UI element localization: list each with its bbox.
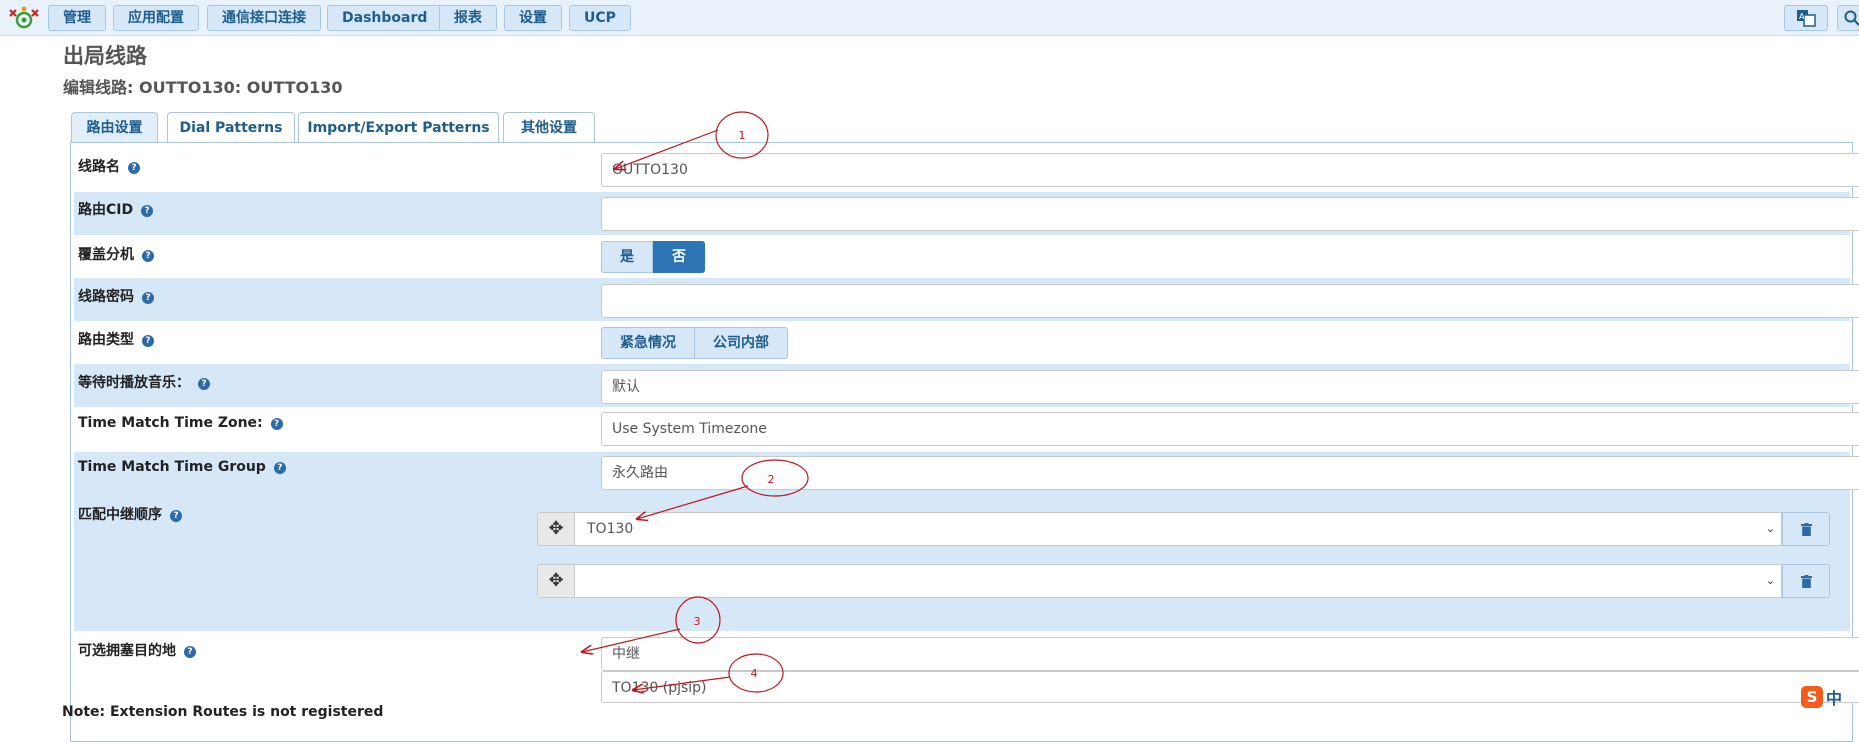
time-zone-label: Time Match Time Zone:?: [78, 415, 283, 431]
override-yes-button[interactable]: 是: [601, 241, 653, 273]
trash-icon[interactable]: [1782, 564, 1830, 598]
search-icon[interactable]: [1837, 5, 1859, 31]
page-title: 出局线路: [63, 44, 147, 68]
nav-connectivity[interactable]: 通信接口连接: [207, 5, 321, 31]
help-icon[interactable]: ?: [142, 292, 154, 304]
form-row-time-group: Time Match Time Group? 永久路由 ⌄: [74, 452, 1859, 496]
override-extension-toggle: 是 否: [601, 241, 705, 273]
music-on-hold-select[interactable]: 默认 ⌄: [601, 370, 1859, 404]
destination-type-select[interactable]: 中继 ⌄: [601, 637, 1859, 671]
help-icon[interactable]: ?: [273, 462, 286, 474]
help-icon[interactable]: ?: [142, 335, 154, 347]
route-type-label: 路由类型?: [78, 329, 154, 349]
chevron-down-icon: ⌄: [1765, 522, 1775, 535]
optional-destination-label: 可选拥塞目的地?: [78, 640, 196, 660]
help-icon[interactable]: ?: [141, 205, 154, 217]
form-row-route-password: 线路密码?: [74, 278, 1859, 321]
form-row-optional-destination: 可选拥塞目的地? 中继 ⌄ TO130 (pjsip): [74, 631, 1859, 709]
route-password-label: 线路密码?: [78, 286, 154, 306]
svg-text:A: A: [1799, 12, 1805, 21]
trunk-sequence-item: ✥ TO130 ⌄: [537, 512, 1830, 546]
svg-text:1: 1: [739, 129, 746, 142]
help-icon[interactable]: ?: [270, 418, 283, 430]
sogou-icon: S: [1801, 686, 1823, 708]
page-subtitle: 编辑线路: OUTTO130: OUTTO130: [63, 78, 343, 97]
nav-admin[interactable]: 管理: [48, 5, 106, 31]
ime-language-label: 中: [1826, 689, 1843, 708]
time-zone-select[interactable]: Use System Timezone ▼: [601, 412, 1859, 446]
language-icon[interactable]: A: [1784, 5, 1828, 31]
form-row-time-zone: Time Match Time Zone:? Use System Timezo…: [74, 407, 1859, 452]
trunk-sequence-item: ✥ ⌄: [537, 564, 1830, 598]
tab-route-settings[interactable]: 路由设置: [71, 112, 158, 143]
drag-handle-icon[interactable]: ✥: [537, 512, 575, 546]
status-note: Note: Extension Routes is not registered: [62, 704, 384, 720]
freepbx-logo-icon[interactable]: [6, 4, 42, 32]
route-type-toggle: 紧急情况 公司内部: [601, 327, 788, 359]
nav-reports[interactable]: 报表: [439, 5, 497, 31]
form-row-route-type: 路由类型? 紧急情况 公司内部: [74, 321, 1850, 364]
trunk-select[interactable]: TO130 ⌄: [575, 512, 1782, 546]
help-icon[interactable]: ?: [198, 378, 210, 390]
tab-dial-patterns[interactable]: Dial Patterns: [167, 112, 295, 143]
nav-ucp[interactable]: UCP: [569, 5, 631, 31]
route-password-input[interactable]: [601, 284, 1859, 318]
form-row-route-name: 线路名? OUTTO130: [74, 150, 1859, 192]
nav-dashboard[interactable]: Dashboard: [327, 5, 443, 31]
tab-import-export-patterns[interactable]: Import/Export Patterns: [298, 112, 499, 143]
trunk-sequence-label: 匹配中继顺序?: [78, 504, 182, 524]
time-group-select[interactable]: 永久路由 ⌄: [601, 456, 1859, 490]
help-icon[interactable]: ?: [184, 646, 196, 658]
destination-target-select[interactable]: TO130 (pjsip): [601, 671, 1859, 703]
form-row-music-on-hold: 等待时播放音乐：? 默认 ⌄: [74, 364, 1859, 407]
route-name-label: 线路名?: [78, 156, 140, 176]
time-group-label: Time Match Time Group?: [78, 459, 286, 475]
nav-settings[interactable]: 设置: [504, 5, 562, 31]
chevron-down-icon: ⌄: [1765, 574, 1775, 587]
route-type-emergency-button[interactable]: 紧急情况: [601, 327, 695, 359]
ime-indicator[interactable]: S 中: [1801, 684, 1851, 710]
trunk-select[interactable]: ⌄: [575, 564, 1782, 598]
form-row-override-extension: 覆盖分机? 是 否: [74, 235, 1850, 278]
override-no-button[interactable]: 否: [653, 241, 705, 273]
music-on-hold-label: 等待时播放音乐：?: [78, 372, 210, 392]
route-type-intra-company-button[interactable]: 公司内部: [695, 327, 788, 359]
top-navbar: 管理 应用配置 通信接口连接 Dashboard 报表 设置 UCP A: [0, 0, 1859, 36]
route-cid-label: 路由CID?: [78, 199, 154, 219]
trash-icon[interactable]: [1782, 512, 1830, 546]
tab-other-settings[interactable]: 其他设置: [503, 112, 595, 143]
help-icon[interactable]: ?: [128, 162, 140, 174]
override-extension-label: 覆盖分机?: [78, 244, 154, 264]
help-icon[interactable]: ?: [142, 250, 154, 262]
route-cid-input[interactable]: [601, 197, 1859, 231]
form-row-route-cid: 路由CID?: [74, 192, 1859, 235]
help-icon[interactable]: ?: [170, 510, 182, 522]
nav-applications[interactable]: 应用配置: [113, 5, 199, 31]
route-name-input[interactable]: OUTTO130: [601, 153, 1859, 187]
drag-handle-icon[interactable]: ✥: [537, 564, 575, 598]
